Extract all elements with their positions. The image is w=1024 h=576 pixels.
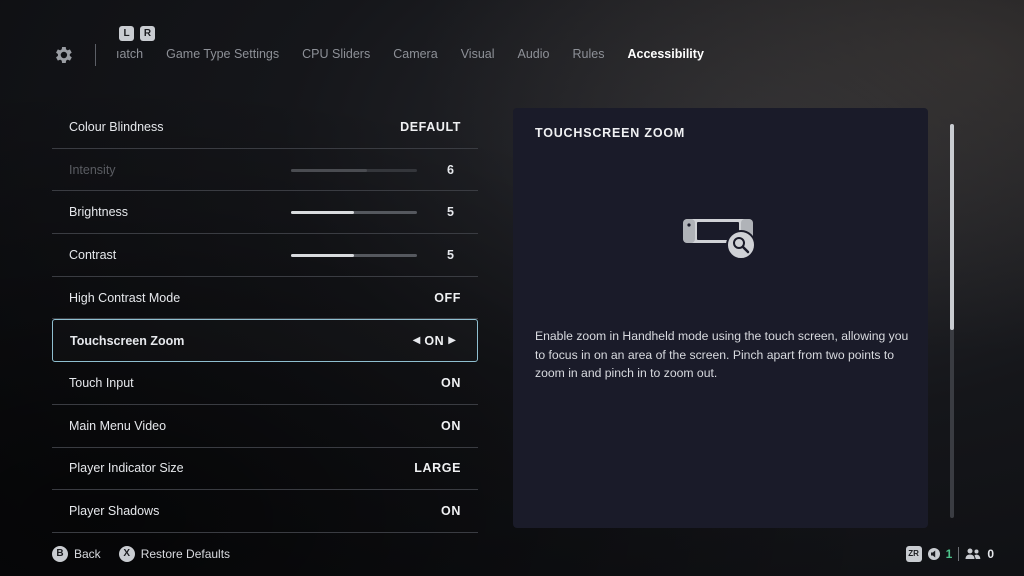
setting-main-menu-video[interactable]: Main Menu Video ON <box>52 405 478 448</box>
setting-value: ON <box>441 418 461 433</box>
tab-bar: ıatch Game Type Settings CPU Sliders Cam… <box>116 47 704 61</box>
setting-player-shadows[interactable]: Player Shadows ON <box>52 490 478 533</box>
setting-high-contrast-mode[interactable]: High Contrast Mode OFF <box>52 277 478 320</box>
settings-list: Colour Blindness DEFAULT Intensity 6 Bri… <box>52 106 478 533</box>
tab-visual[interactable]: Visual <box>461 47 495 61</box>
back-button[interactable]: B Back <box>52 546 101 562</box>
status-indicators: ZR 1 0 <box>905 546 994 562</box>
speaker-count: 1 <box>945 547 953 561</box>
gear-icon[interactable] <box>52 44 74 66</box>
zr-button-icon: ZR <box>905 546 922 562</box>
arrow-right-icon[interactable]: ▶ <box>444 335 460 346</box>
setting-value: ON <box>424 333 445 348</box>
intensity-slider <box>291 168 417 172</box>
party-count: 0 <box>987 547 994 561</box>
handheld-zoom-icon <box>683 219 756 260</box>
setting-touch-input[interactable]: Touch Input ON <box>52 362 478 405</box>
slider-fill <box>291 168 367 172</box>
setting-label: Player Indicator Size <box>69 461 184 476</box>
setting-label: Touch Input <box>69 375 134 390</box>
setting-value: OFF <box>434 290 461 305</box>
panel-description: Enable zoom in Handheld mode using the t… <box>535 329 909 380</box>
restore-defaults-label: Restore Defaults <box>140 547 231 561</box>
slider-fill <box>291 211 354 215</box>
setting-touchscreen-zoom[interactable]: Touchscreen Zoom ◀ ON ▶ <box>52 319 478 363</box>
x-button-icon: X <box>118 546 135 562</box>
status-divider <box>958 547 960 561</box>
brightness-slider[interactable] <box>291 211 417 215</box>
setting-player-indicator-size[interactable]: Player Indicator Size LARGE <box>52 448 478 491</box>
back-label: Back <box>74 547 101 561</box>
setting-label: Touchscreen Zoom <box>70 333 185 348</box>
setting-value: ON <box>441 504 461 519</box>
setting-value: LARGE <box>414 461 461 476</box>
panel-title: TOUCHSCREEN ZOOM <box>535 126 686 140</box>
l-shoulder-button-hint: L <box>119 26 134 41</box>
slider-fill <box>291 254 354 258</box>
slider-value: 5 <box>447 248 454 263</box>
r-shoulder-button-hint: R <box>140 26 155 41</box>
restore-defaults-button[interactable]: X Restore Defaults <box>118 546 231 562</box>
contrast-slider[interactable] <box>291 254 417 258</box>
scrollbar-thumb[interactable] <box>950 124 954 330</box>
scrollbar[interactable] <box>950 124 954 518</box>
slider-value: 6 <box>447 162 454 177</box>
b-button-icon: B <box>52 546 68 562</box>
setting-label: Player Shadows <box>69 504 160 519</box>
party-icon <box>965 548 981 559</box>
tab-rules[interactable]: Rules <box>573 47 605 61</box>
nav-divider <box>95 44 96 66</box>
description-panel: TOUCHSCREEN ZOOM Enable zoom in Handheld… <box>513 108 928 528</box>
speaker-icon <box>927 548 940 560</box>
setting-contrast[interactable]: Contrast 5 <box>52 234 478 277</box>
setting-value: ON <box>441 375 461 390</box>
setting-label: Main Menu Video <box>69 418 167 433</box>
setting-brightness[interactable]: Brightness 5 <box>52 191 478 235</box>
tab-audio[interactable]: Audio <box>518 47 550 61</box>
setting-label: High Contrast Mode <box>69 290 181 305</box>
tab-game-type-settings[interactable]: Game Type Settings <box>166 47 279 61</box>
tab-accessibility[interactable]: Accessibility <box>627 47 703 61</box>
tab-match[interactable]: ıatch <box>116 47 143 61</box>
top-navigation: L R ıatch Game Type Settings CPU Sliders… <box>0 0 1024 80</box>
setting-intensity: Intensity 6 <box>52 149 478 192</box>
setting-value: DEFAULT <box>400 119 461 134</box>
arrow-left-icon[interactable]: ◀ <box>409 335 425 346</box>
setting-colour-blindness[interactable]: Colour Blindness DEFAULT <box>52 106 478 149</box>
tab-cpu-sliders[interactable]: CPU Sliders <box>302 47 370 61</box>
slider-value: 5 <box>447 205 454 220</box>
setting-label: Colour Blindness <box>69 119 164 134</box>
tab-camera[interactable]: Camera <box>393 47 437 61</box>
footer-controls: B Back X Restore Defaults <box>52 546 248 562</box>
